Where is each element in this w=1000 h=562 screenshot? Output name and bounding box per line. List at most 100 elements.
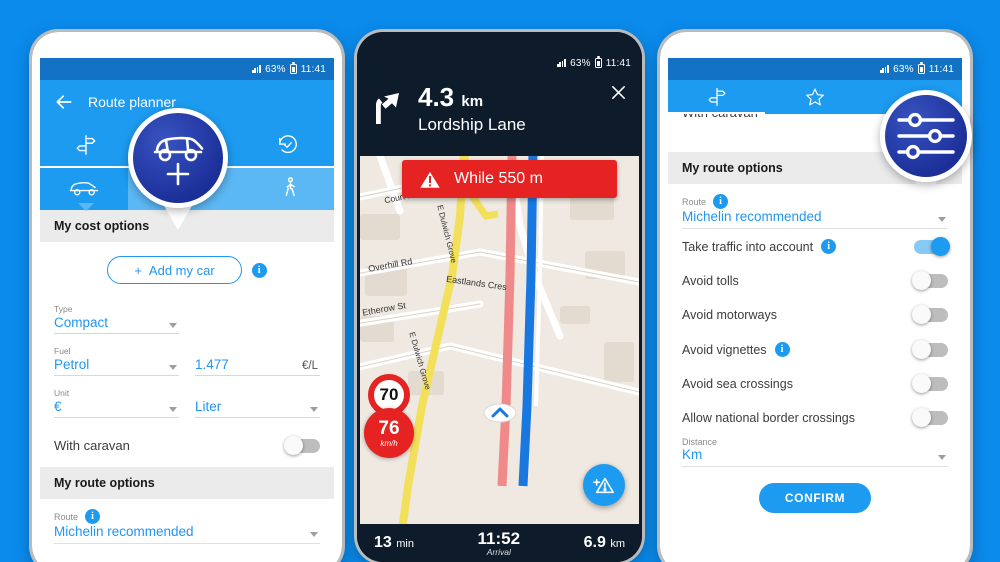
phone1-fields: Type Compact Fuel Petrol 1.477 €/L Unit … <box>40 288 334 418</box>
fuel-field[interactable]: Fuel Petrol <box>54 346 179 376</box>
caravan-label: With caravan <box>54 438 130 453</box>
chevron-down-icon <box>938 455 946 460</box>
current-speed-badge: 76 km/h <box>364 408 414 458</box>
option-row: Avoid motorways <box>668 298 962 332</box>
option-toggle[interactable] <box>912 305 948 324</box>
chevron-down-icon <box>169 407 177 412</box>
info-icon[interactable]: i <box>713 194 729 209</box>
distance-unit-field[interactable]: Distance Km <box>668 435 962 467</box>
option-label: Avoid tolls <box>682 274 739 288</box>
signal-icon <box>880 65 889 73</box>
option-label-wrap: Avoid vignettes i <box>682 342 790 357</box>
warning-triangle-icon <box>418 168 442 190</box>
car-plus-pin-icon <box>128 108 228 208</box>
map-canvas[interactable]: Court Ln E Dulwich Grove Overhill Rd Eas… <box>360 156 639 524</box>
navigation-chevron-icon <box>483 403 517 423</box>
remaining-distance: 6.9 km <box>583 534 625 551</box>
fuel-value: Petrol <box>54 357 90 372</box>
caravan-toggle[interactable] <box>284 435 320 455</box>
option-label: Avoid sea crossings <box>682 377 793 391</box>
fuel-row: Fuel Petrol 1.477 €/L <box>54 346 320 376</box>
route-options-title-3: My route options <box>682 161 783 175</box>
signal-icon <box>252 65 261 73</box>
arrow-left-icon[interactable] <box>54 92 74 112</box>
option-label: Avoid motorways <box>682 308 777 322</box>
tab-signpost[interactable] <box>668 87 766 107</box>
route-label-3: Route i <box>682 194 948 209</box>
chevron-down-icon <box>310 532 318 537</box>
option-label-wrap: Take traffic into account i <box>682 239 837 254</box>
walk-mode-tab[interactable] <box>246 166 334 210</box>
plus-icon: + <box>134 262 142 278</box>
unit-row: Unit € Liter <box>54 388 320 418</box>
speed-indicators: 70 76 km/h <box>364 374 414 458</box>
clock-label: 11:41 <box>605 57 631 69</box>
option-toggle[interactable] <box>912 339 948 359</box>
volume-unit-value: Liter <box>195 399 222 414</box>
tab-favourites[interactable] <box>766 87 864 107</box>
arrival-time-block: 11:52 Arrival <box>478 530 521 557</box>
clipped-caravan-label: With caravan <box>682 114 758 120</box>
history-clock-icon <box>277 134 299 156</box>
close-icon[interactable] <box>610 84 627 101</box>
add-car-pin-badge[interactable] <box>128 108 228 230</box>
signpost-icon <box>707 87 727 107</box>
option-row: Allow national border crossings <box>668 401 962 435</box>
info-icon[interactable]: i <box>821 239 837 254</box>
route-settings-pin-badge[interactable] <box>880 90 972 200</box>
option-label-wrap: Avoid motorways <box>682 308 777 322</box>
option-toggle[interactable] <box>912 374 948 393</box>
fuel-price-unit: €/L <box>302 360 318 372</box>
phone2-screen: 63% 11:41 4.3 km Lordship Lane Court Ln … <box>357 32 642 562</box>
add-my-car-button[interactable]: + Add my car <box>107 256 242 284</box>
info-icon[interactable]: i <box>774 342 790 357</box>
option-toggle[interactable] <box>914 236 950 256</box>
option-row: Avoid tolls <box>668 264 962 298</box>
turn-slight-right-icon <box>372 88 406 126</box>
battery-icon <box>594 56 602 68</box>
trip-summary-bar: 13 min 11:52 Arrival 6.9 km <box>360 524 639 562</box>
sidebar-item-signpost[interactable] <box>40 124 132 166</box>
sliders-settings-pin-icon <box>880 90 972 182</box>
phone1-status-bar: 63% 11:41 <box>40 58 334 80</box>
type-row: Type Compact <box>54 304 320 334</box>
battery-icon <box>289 62 297 74</box>
currency-field[interactable]: Unit € <box>54 388 179 418</box>
option-row: Avoid vignettes i <box>668 332 962 367</box>
screenshot-stage: 63% 11:41 Route planner My cost options … <box>0 0 1000 562</box>
type-field[interactable]: Type Compact <box>54 304 179 334</box>
chevron-down-icon <box>169 365 177 370</box>
hazard-alert-banner[interactable]: While 550 m <box>402 160 617 198</box>
type-value: Compact <box>54 315 109 330</box>
maneuver-text: 4.3 km Lordship Lane <box>418 84 526 135</box>
route-label-1: Route i <box>54 509 320 524</box>
battery-percent-label: 63% <box>893 63 914 75</box>
maneuver-distance: 4.3 km <box>418 82 484 112</box>
report-incident-icon <box>592 474 616 496</box>
route-option-list: Take traffic into account i Avoid tolls Avo… <box>668 229 962 435</box>
fuel-price-field[interactable]: 1.477 €/L <box>195 346 320 376</box>
route-field-1[interactable]: Route i Michelin recommended <box>40 499 334 544</box>
report-incident-button[interactable] <box>583 464 625 506</box>
volume-unit-field[interactable]: Liter <box>195 388 320 418</box>
caravan-row: With caravan <box>40 418 334 467</box>
distance-value: Km <box>682 447 948 467</box>
cost-options-title: My cost options <box>54 219 150 233</box>
option-toggle[interactable] <box>912 408 948 427</box>
tab-history[interactable] <box>242 124 334 166</box>
confirm-button[interactable]: CONFIRM <box>758 483 872 513</box>
phone3-status-bar: 63% 11:41 <box>668 58 962 80</box>
option-row: Avoid sea crossings <box>668 367 962 401</box>
unit-label: Unit <box>54 388 70 398</box>
route-value-1: Michelin recommended <box>54 524 320 544</box>
info-icon[interactable]: i <box>85 509 101 524</box>
route-options-header-1: My route options <box>40 467 334 499</box>
option-toggle[interactable] <box>912 271 948 290</box>
clock-label: 11:41 <box>300 63 326 75</box>
maneuver-header: 4.3 km Lordship Lane <box>360 74 639 147</box>
chevron-down-icon <box>169 323 177 328</box>
option-label: Allow national border crossings <box>682 411 856 425</box>
signal-icon <box>557 59 566 67</box>
route-options-title-1: My route options <box>54 476 155 490</box>
info-icon[interactable]: i <box>251 262 267 278</box>
